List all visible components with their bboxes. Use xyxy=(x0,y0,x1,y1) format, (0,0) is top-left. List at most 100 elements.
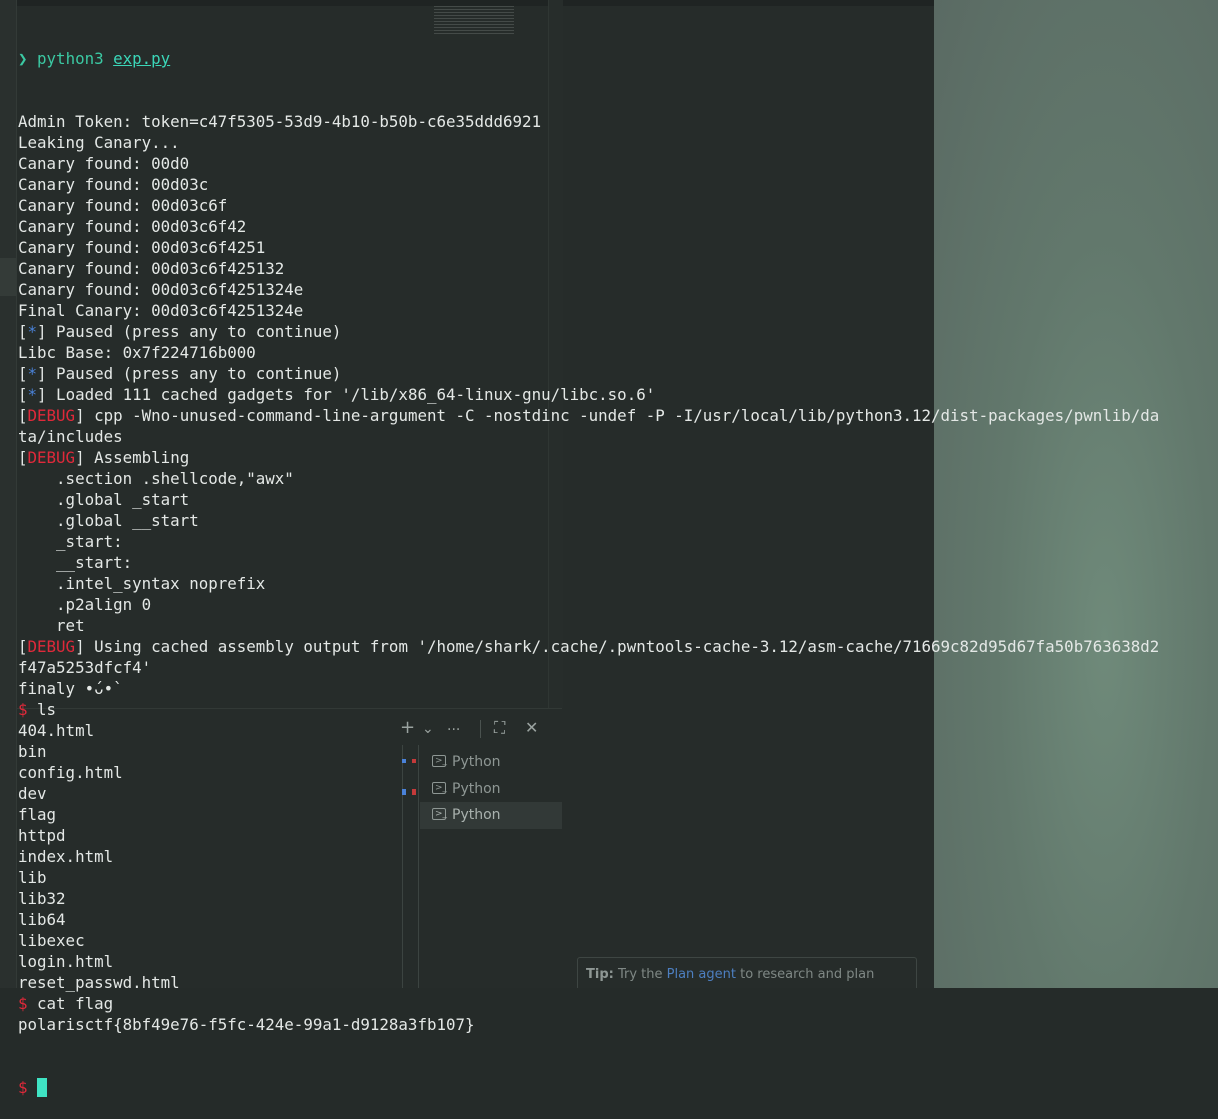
line-text: Using cached assembly output from '/home… xyxy=(84,637,1160,656)
info-tag: * xyxy=(27,385,38,404)
line-text: Canary found: 00d03c6f425132 xyxy=(18,259,285,278)
tag-bracket: [ xyxy=(18,322,28,341)
terminal-line: Admin Token: token=c47f5305-53d9-4b10-b5… xyxy=(18,111,1218,132)
line-text: ta/includes xyxy=(18,427,123,446)
terminal-line: dev xyxy=(18,783,1218,804)
line-text: .global _start xyxy=(18,490,190,509)
line-text: Paused (press any to continue) xyxy=(46,322,342,341)
terminal-line: Canary found: 00d03c xyxy=(18,174,1218,195)
line-text: reset_passwd.html xyxy=(18,973,180,992)
line-text: dev xyxy=(18,784,47,803)
terminal-line: Canary found: 00d03c6f42 xyxy=(18,216,1218,237)
line-text: config.html xyxy=(18,763,123,782)
terminal-line: bin xyxy=(18,741,1218,762)
terminal-line: 404.html xyxy=(18,720,1218,741)
terminal-output[interactable]: ❯ python3 exp.py Admin Token: token=c47f… xyxy=(18,6,1218,1119)
line-text: 404.html xyxy=(18,721,95,740)
terminal-lines: Admin Token: token=c47f5305-53d9-4b10-b5… xyxy=(18,111,1218,1035)
line-text: lib32 xyxy=(18,889,66,908)
line-text: Canary found: 00d0 xyxy=(18,154,190,173)
line-text: ret xyxy=(18,616,85,635)
tag-bracket: ] xyxy=(37,364,47,383)
line-text: cpp -Wno-unused-command-line-argument -C… xyxy=(84,406,1160,425)
line-text: __start: xyxy=(18,553,133,572)
terminal-line: _start: xyxy=(18,531,1218,552)
command-text: python3 xyxy=(37,49,114,68)
terminal-line: finaly •́ᴗ•̀ xyxy=(18,678,1218,699)
terminal-line: config.html xyxy=(18,762,1218,783)
terminal-line: Canary found: 00d03c6f4251324e xyxy=(18,279,1218,300)
line-text: httpd xyxy=(18,826,66,845)
terminal-line: Canary found: 00d03c6f4251 xyxy=(18,237,1218,258)
tag-bracket: ] xyxy=(75,637,85,656)
terminal-line: f47a5253dfcf4' xyxy=(18,657,1218,678)
debug-tag: DEBUG xyxy=(27,637,76,656)
line-text: .global __start xyxy=(18,511,199,530)
text-cursor[interactable] xyxy=(37,1078,48,1097)
terminal-line: .intel_syntax noprefix xyxy=(18,573,1218,594)
line-text: Canary found: 00d03c6f4251324e xyxy=(18,280,304,299)
line-text: index.html xyxy=(18,847,114,866)
terminal-line: .global _start xyxy=(18,489,1218,510)
left-gutter xyxy=(0,0,17,988)
tag-bracket: ] xyxy=(37,385,47,404)
terminal-line: [DEBUG] cpp -Wno-unused-command-line-arg… xyxy=(18,405,1218,426)
line-text: Final Canary: 00d03c6f4251324e xyxy=(18,301,304,320)
terminal-line: [*] Paused (press any to continue) xyxy=(18,363,1218,384)
line-text: Loaded 111 cached gadgets for '/lib/x86_… xyxy=(46,385,656,404)
line-text: lib xyxy=(18,868,47,887)
line-text: Libc Base: 0x7f224716b000 xyxy=(18,343,256,362)
terminal-line: reset_passwd.html xyxy=(18,972,1218,993)
line-text: .section .shellcode,"awx" xyxy=(18,469,294,488)
line-text: login.html xyxy=(18,952,114,971)
line-text: Canary found: 00d03c6f4251 xyxy=(18,238,266,257)
terminal-line: lib xyxy=(18,867,1218,888)
tag-bracket: [ xyxy=(18,637,28,656)
terminal-line: __start: xyxy=(18,552,1218,573)
terminal-line: Canary found: 00d03c6f425132 xyxy=(18,258,1218,279)
info-tag: * xyxy=(27,364,38,383)
terminal-line: lib64 xyxy=(18,909,1218,930)
tag-bracket: [ xyxy=(18,385,28,404)
terminal-line: index.html xyxy=(18,846,1218,867)
tag-bracket: [ xyxy=(18,406,28,425)
final-prompt-line: $ xyxy=(18,1077,1218,1098)
terminal-line: [*] Loaded 111 cached gadgets for '/lib/… xyxy=(18,384,1218,405)
info-tag: * xyxy=(27,322,38,341)
line-text: .p2align 0 xyxy=(18,595,152,614)
terminal-line: libexec xyxy=(18,930,1218,951)
tag-bracket: [ xyxy=(18,448,28,467)
terminal-line: [DEBUG] Using cached assembly output fro… xyxy=(18,636,1218,657)
debug-tag: DEBUG xyxy=(27,406,76,425)
terminal-line: login.html xyxy=(18,951,1218,972)
line-text: Admin Token: token=c47f5305-53d9-4b10-b5… xyxy=(18,112,542,131)
terminal-line: .p2align 0 xyxy=(18,594,1218,615)
gutter-highlight xyxy=(0,258,16,296)
terminal-line: .section .shellcode,"awx" xyxy=(18,468,1218,489)
line-text: polarisctf{8bf49e76-f5fc-424e-99a1-d9128… xyxy=(18,1015,475,1034)
terminal-line: Final Canary: 00d03c6f4251324e xyxy=(18,300,1218,321)
tag-bracket: ] xyxy=(75,448,85,467)
command-line: ❯ python3 exp.py xyxy=(18,48,1218,69)
terminal-line: $ ls xyxy=(18,699,1218,720)
terminal-line: polarisctf{8bf49e76-f5fc-424e-99a1-d9128… xyxy=(18,1014,1218,1035)
line-text: Assembling xyxy=(84,448,190,467)
debug-tag: DEBUG xyxy=(27,448,76,467)
shell-prompt: $ xyxy=(18,1078,38,1097)
terminal-line: Leaking Canary... xyxy=(18,132,1218,153)
line-text: Canary found: 00d03c6f42 xyxy=(18,217,247,236)
terminal-line: flag xyxy=(18,804,1218,825)
line-text: flag xyxy=(18,805,57,824)
prompt-arrow-icon: ❯ xyxy=(18,49,28,68)
line-text: finaly •́ᴗ•̀ xyxy=(18,679,114,698)
script-filename[interactable]: exp.py xyxy=(113,49,170,68)
line-text: Paused (press any to continue) xyxy=(46,364,342,383)
tag-bracket: ] xyxy=(75,406,85,425)
line-text: Canary found: 00d03c6f xyxy=(18,196,228,215)
line-text: cat flag xyxy=(27,994,114,1013)
line-text: lib64 xyxy=(18,910,66,929)
terminal-line: httpd xyxy=(18,825,1218,846)
terminal-line: ta/includes xyxy=(18,426,1218,447)
tag-bracket: [ xyxy=(18,364,28,383)
terminal-line: lib32 xyxy=(18,888,1218,909)
